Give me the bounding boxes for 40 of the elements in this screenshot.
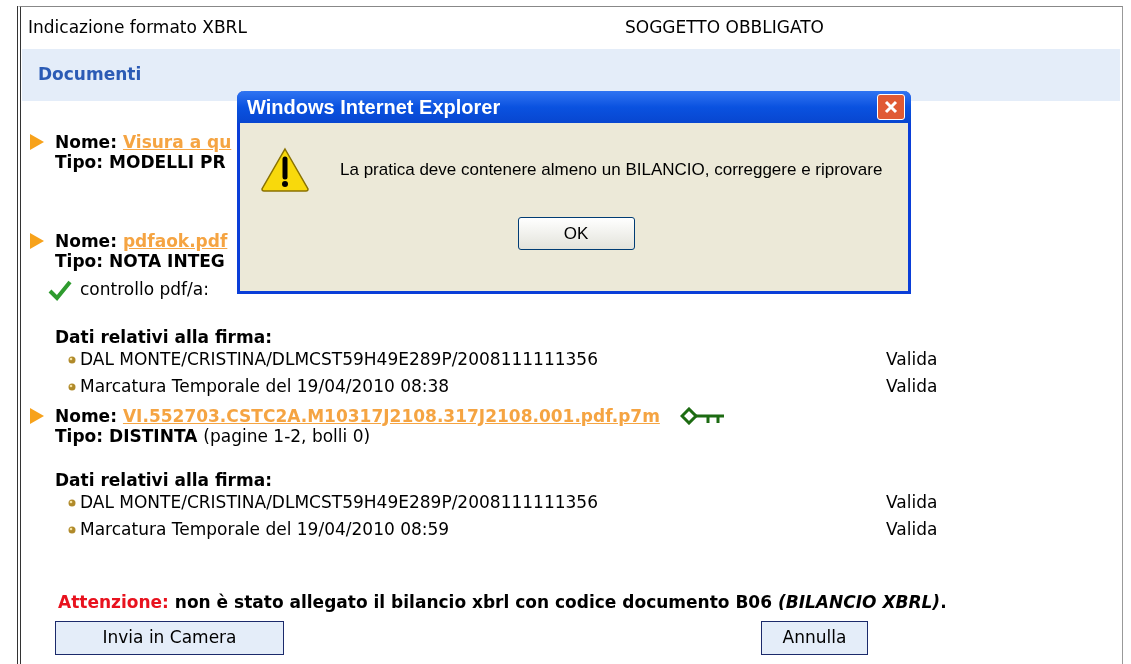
key-icon [679,407,726,425]
bullet-icon [68,499,76,507]
signature-entry: Marcatura Temporale del 19/04/2010 08:38 [80,375,450,399]
signature-entry: DAL MONTE/CRISTINA/DLMCST59H49E289P/2008111111356 [80,348,598,372]
subject-label: SOGGETTO OBBLIGATO [625,16,824,40]
arrow-icon [30,407,44,424]
signature-entry: Marcatura Temporale del 19/04/2010 08:59 [80,518,450,542]
arrow-icon [30,233,44,249]
signature-heading: Dati relativi alla firma: [54,469,273,490]
bullet-icon [68,526,76,534]
name-label: Nome: [55,406,117,426]
name-label: Nome: [55,133,117,152]
type-value: DISTINTA [109,425,198,446]
signature-heading: Dati relativi alla firma: [54,326,273,347]
signature-status: Valida [886,348,939,372]
checkmark-icon [48,278,72,301]
close-icon [884,100,898,114]
submit-button[interactable]: Invia in Camera [55,621,284,655]
type-label: Tipo: [55,152,104,172]
bullet-icon [68,383,76,391]
bullet-icon [68,356,76,364]
signature-entry: DAL MONTE/CRISTINA/DLMCST59H49E289P/2008111111356 [80,491,598,515]
type-detail: (pagine 1-2, bolli 0) [203,425,371,446]
type-label: Tipo: [55,251,104,271]
type-label: Tipo: [55,425,104,446]
dialog-message: La pratica deve contenere almeno un BILANCIO, correggere e riprovare [340,159,883,182]
pdf-check-result: controllo pdf/a: [80,278,209,301]
signature-status: Valida [886,375,939,399]
cancel-button[interactable]: Annulla [761,621,868,655]
close-button[interactable] [877,94,905,120]
warning-message: Attenzione: non è stato allegato il bilancio xbrl con codice documento B06 (BILANCIO XBRL). [57,590,948,614]
format-label: Indicazione formato XBRL [27,16,248,40]
signature-status: Valida [886,518,939,542]
signature-status: Valida [886,491,939,515]
type-value: MODELLI PR [109,152,226,172]
arrow-icon [30,134,44,150]
type-value: NOTA INTEG [109,251,225,271]
name-label: Nome: [55,232,117,251]
warning-icon [260,147,310,193]
ok-button[interactable]: OK [517,217,635,250]
